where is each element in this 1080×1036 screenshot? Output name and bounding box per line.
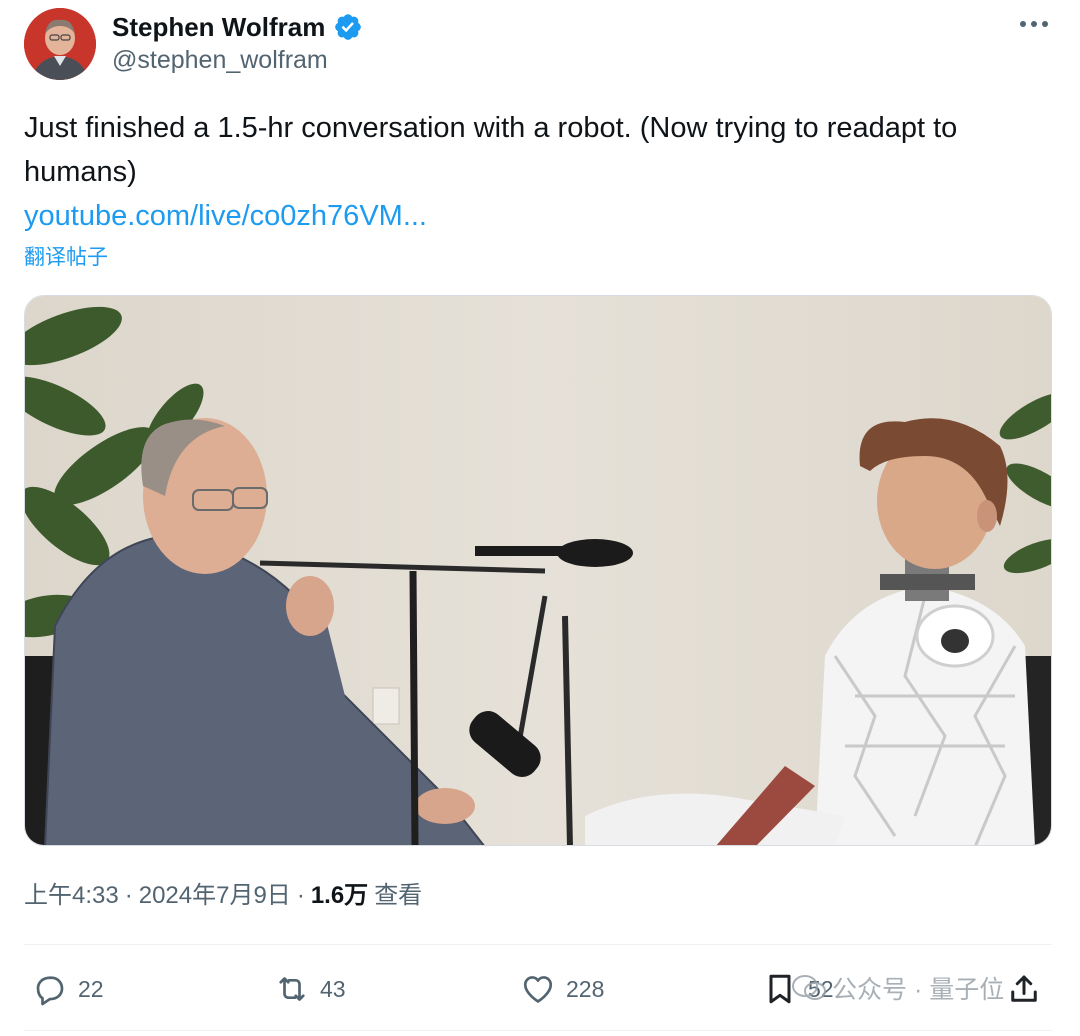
like-count: 228 (566, 975, 605, 1002)
divider (24, 944, 1052, 945)
avatar[interactable] (24, 8, 96, 80)
post-media[interactable] (24, 295, 1052, 846)
more-options-icon[interactable] (1012, 6, 1056, 42)
post-date[interactable]: 2024年7月9日 (139, 878, 291, 914)
repost-icon (279, 977, 305, 1001)
translate-post-link[interactable]: 翻译帖子 (24, 244, 108, 272)
reply-count: 22 (78, 975, 104, 1002)
avatar-image (24, 8, 96, 80)
reply-button[interactable]: 22 (32, 966, 104, 1012)
watermark-text: 公众号 · 量子位 (832, 976, 1005, 1004)
like-button[interactable]: 228 (520, 966, 604, 1012)
meta-separator: · (296, 882, 305, 909)
share-icon (1011, 975, 1037, 1002)
views-label: 查看 (374, 882, 423, 909)
post-text: Just finished a 1.5-hr conversation with… (24, 112, 958, 188)
wechat-icon (792, 975, 826, 1000)
verified-badge-icon (335, 14, 362, 40)
post-meta: 上午4:33 · 2024年7月9日 · 1.6万 查看 (24, 878, 422, 914)
views-count: 1.6万 (310, 882, 369, 909)
share-button[interactable] (1006, 966, 1042, 1012)
divider (24, 1030, 1052, 1031)
repost-button[interactable]: 43 (274, 966, 346, 1012)
post-link[interactable]: youtube.com/live/co0zh76VM... (24, 194, 427, 238)
repost-count: 43 (320, 975, 346, 1002)
author-handle[interactable]: @stephen_wolfram (112, 46, 328, 75)
post-time[interactable]: 上午4:33 (24, 878, 119, 914)
heart-icon (523, 976, 553, 1003)
author-name[interactable]: Stephen Wolfram (112, 12, 325, 43)
reply-icon (36, 976, 64, 1006)
video-thumbnail (25, 296, 1051, 845)
watermark: 公众号 · 量子位 (792, 970, 1004, 1006)
meta-separator: · (124, 882, 133, 909)
